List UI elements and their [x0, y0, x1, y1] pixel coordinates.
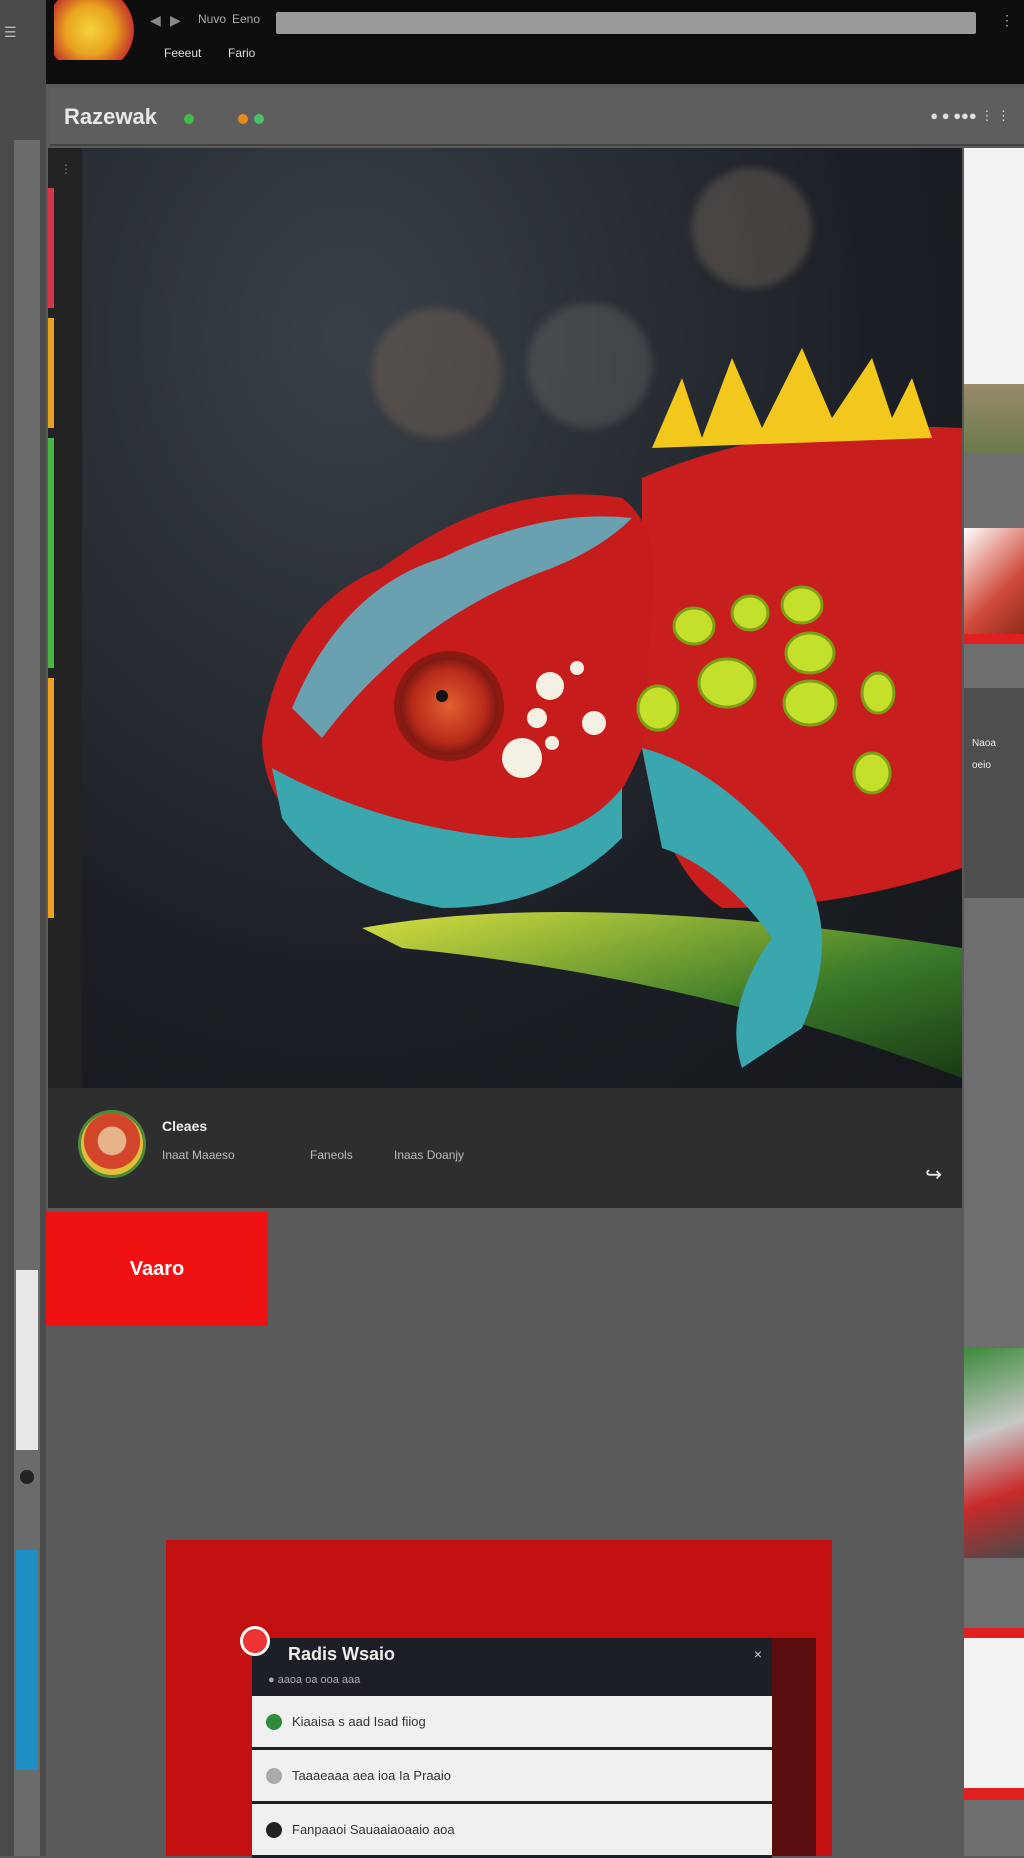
preview-side-bar: [772, 1638, 816, 1856]
chameleon-crest: [652, 348, 932, 448]
rail-segment-red: [48, 188, 54, 308]
thumbnail[interactable]: [964, 528, 1024, 638]
eye-pupil: [436, 690, 448, 702]
close-icon[interactable]: ×: [754, 1646, 762, 1662]
preview-subtitle: ● aaoa oa ooa aaa: [268, 1674, 361, 1686]
post-meta-2: Faneols: [310, 1148, 353, 1162]
status-dot-3: [254, 114, 264, 124]
status-dot-1: [184, 114, 194, 124]
post-meta-1: Inaat Maaeso: [162, 1148, 235, 1162]
thumbnail-accent: [964, 634, 1024, 644]
rail-icon[interactable]: ⋮: [60, 162, 72, 176]
leaf-shape: [362, 912, 962, 1078]
post-footer: Cleaes Inaat Maaeso Faneols Inaas Doanjy…: [48, 1088, 962, 1208]
row-icon: [266, 1767, 282, 1784]
thumbnail[interactable]: [964, 384, 1024, 454]
preview-window: Radis Wsaio × ● aaoa oa ooa aaa Kiaaisa …: [240, 1626, 772, 1858]
status-dot-2: [238, 114, 248, 124]
chameleon-illustration: [262, 348, 962, 1078]
sub-link-1[interactable]: Feeeut: [164, 46, 201, 60]
share-icon[interactable]: ↪: [925, 1162, 942, 1187]
row-icon: [266, 1821, 282, 1838]
right-thumbnail-column: Naoa oeio: [964, 148, 1024, 1856]
chameleon-photo[interactable]: [82, 148, 962, 1088]
post-card: ⋮ Cleaes Inaat Maaeso Faneols Inaas Doan…: [48, 148, 962, 1208]
chameleon-eye: [394, 651, 504, 761]
thumbnail-accent: [964, 1788, 1024, 1800]
left-strip: ☰: [0, 0, 46, 1856]
browser-logo[interactable]: [54, 0, 144, 60]
left-panel-block: [16, 1270, 38, 1450]
back-icon[interactable]: ◀: [150, 12, 161, 29]
list-item[interactable]: Kiaaisa s aad Isad fiiog: [252, 1696, 772, 1750]
thumbnail[interactable]: [964, 1628, 1024, 1788]
thumb-text-2: oeio: [972, 760, 991, 771]
row-icon: [266, 1713, 282, 1730]
address-bar[interactable]: [276, 12, 976, 34]
left-blue-block: [16, 1550, 38, 1770]
app-header: Razewak ● ● ●●● ⋮ ⋮: [50, 88, 1024, 146]
list-item-label: Fanpaaoi Sauaaiaoaaio aoa: [292, 1822, 455, 1837]
post-meta-3: Inaas Doanjy: [394, 1148, 465, 1162]
preview-title: Radis Wsaio: [288, 1644, 396, 1664]
avatar[interactable]: [78, 1110, 146, 1178]
list-item[interactable]: Fanpaaoi Sauaaiaoaaio aoa: [252, 1804, 772, 1858]
thumbnail-text-card[interactable]: Naoa oeio: [964, 688, 1024, 898]
menu-icon[interactable]: ☰: [4, 24, 30, 44]
app-title: Razewak: [64, 104, 157, 129]
notification-badge-icon: [240, 1626, 270, 1656]
rail-segment-green: [48, 438, 54, 668]
thumb-text-1: Naoa: [972, 738, 996, 749]
header-controls[interactable]: ● ● ●●● ⋮ ⋮: [930, 108, 1010, 124]
browser-link-1[interactable]: Nuvo: [198, 12, 226, 26]
window-preview[interactable]: Radis Wsaio × ● aaoa oa ooa aaa Kiaaisa …: [166, 1540, 832, 1858]
thumbnail[interactable]: [964, 1348, 1024, 1558]
sub-link-2[interactable]: Fario: [228, 46, 255, 60]
left-dot: [20, 1470, 34, 1484]
thumbnail[interactable]: [964, 148, 1024, 384]
list-item-label: Kiaaisa s aad Isad fiiog: [292, 1714, 426, 1729]
browser-bar: ◀ ▶ Nuvo Eeno ⋮ Feeeut Fario: [46, 0, 1024, 84]
list-item-label: Taaaeaaa aea ioa Ia Praaio: [292, 1768, 452, 1783]
browser-menu-icon[interactable]: ⋮: [1000, 12, 1014, 29]
rail-segment-amber: [48, 678, 54, 918]
list-item[interactable]: Taaaeaaa aea ioa Ia Praaio: [252, 1750, 772, 1804]
vote-button[interactable]: Vaaro: [46, 1212, 268, 1326]
forward-icon[interactable]: ▶: [170, 12, 181, 29]
browser-link-2[interactable]: Eeno: [232, 12, 260, 26]
side-rail: ⋮: [48, 148, 82, 1088]
rail-segment-orange: [48, 318, 54, 428]
author-name[interactable]: Cleaes: [162, 1118, 207, 1134]
